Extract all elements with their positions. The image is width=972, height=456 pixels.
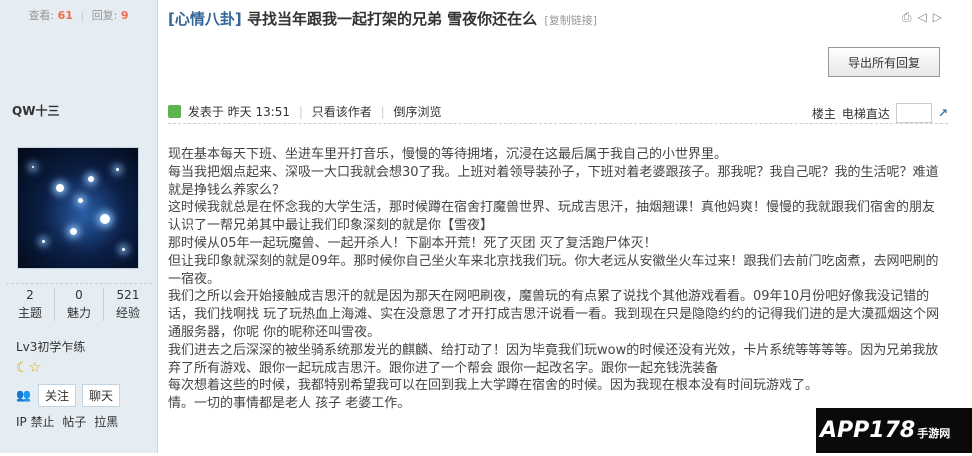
divider: |	[298, 105, 303, 119]
views-label: 查看:	[28, 9, 55, 22]
author-only-link[interactable]: 只看该作者	[312, 105, 372, 119]
follow-button[interactable]: 关注	[38, 384, 77, 407]
floor-jump-input[interactable]	[895, 103, 932, 123]
stat-value: 0	[75, 288, 83, 302]
divider: |	[380, 105, 385, 119]
post-paragraph: 每次想着这些的时候，我都特别希望我可以在回到我上大学蹲在宿舍的时候。因为我现在根…	[168, 378, 819, 394]
thread-stats: 查看: 61 | 回复: 9	[0, 0, 157, 32]
stat-label: 主题	[17, 306, 42, 320]
stat-topics[interactable]: 2 主题	[6, 288, 55, 321]
author-stats: 2 主题 0 魅力 521 经验	[6, 283, 152, 321]
chat-button[interactable]: 聊天	[82, 384, 121, 407]
post-paragraph: 但让我印象就深刻的就是09年。那时候你自己坐火车来北京找我们玩。你大老远从安徽坐…	[168, 253, 939, 287]
stat-value: 2	[26, 288, 34, 302]
jump-go-icon[interactable]: ↗	[938, 106, 948, 120]
thread-tools: ⎙ ◁ ▷	[902, 10, 942, 25]
ip-ban-link[interactable]: IP 禁止	[16, 415, 55, 429]
watermark-brand: APP178	[820, 418, 916, 443]
elevator-label: 电梯直达	[841, 106, 890, 121]
post-time: 发表于 昨天 13:51	[187, 105, 291, 119]
divider: |	[80, 9, 85, 22]
post-paragraph: 每当我把烟点起来、深吸一大口我就会想30了我。上班对着领导装孙子，下班对着老婆跟…	[168, 164, 939, 198]
add-friend-icon[interactable]: 👥	[16, 388, 32, 404]
avatar[interactable]	[17, 147, 139, 269]
moon-icon: ☾	[16, 360, 29, 376]
stat-charm: 0 魅力	[55, 288, 104, 321]
post-content: 现在基本每天下班、坐进车里开打音乐，慢慢的等待拥堵，沉浸在这最后属于我自己的小世…	[168, 146, 944, 413]
replies-label: 回复:	[91, 9, 118, 22]
posts-link[interactable]: 帖子	[62, 415, 86, 429]
user-level[interactable]: Lv3初学乍练	[16, 338, 85, 355]
stat-label: 魅力	[66, 306, 91, 320]
author-sidebar: 查看: 61 | 回复: 9 QW十三 2 主题 0 魅力 521 经验 Lv3…	[0, 0, 158, 453]
floor-label: 楼主	[811, 106, 836, 121]
stat-exp: 521 经验	[104, 288, 152, 321]
floor-controls: 楼主 电梯直达 ↗	[812, 103, 948, 123]
export-replies-button[interactable]: 导出所有回复	[828, 47, 940, 77]
post-paragraph: 这时候我就总是在怀念我的大学生活，那时候蹲在宿舍打魔兽世界、玩成吉思汗，抽烟翘课…	[168, 200, 936, 234]
star-icon: ☆	[28, 360, 42, 376]
stat-label: 经验	[115, 306, 140, 320]
next-icon[interactable]: ▷	[933, 10, 942, 25]
watermark-sub: 手游网	[917, 427, 951, 440]
stat-value: 521	[116, 288, 140, 302]
author-name[interactable]: QW十三	[12, 102, 59, 119]
author-actions: 👥 关注 聊天	[16, 384, 121, 407]
medals: ☾☆	[16, 360, 41, 376]
thread-title: [心情八卦] 寻找当年跟我一起打架的兄弟 雪夜你还在么 [复制链接]	[168, 8, 597, 29]
thread-category[interactable]: [心情八卦]	[168, 10, 242, 28]
copy-link[interactable]: [复制链接]	[544, 14, 597, 27]
blacklist-link[interactable]: 拉黑	[94, 415, 118, 429]
prev-icon[interactable]: ◁	[918, 10, 927, 25]
print-icon[interactable]: ⎙	[902, 10, 912, 25]
site-watermark: APP178 手游网	[816, 408, 972, 453]
views-count: 61	[57, 9, 73, 22]
post-paragraph: 我们进去之后深深的被坐骑系统那发光的麒麟、给打动了！因为毕竟我们玩wow的时候还…	[168, 342, 939, 376]
replies-count: 9	[120, 9, 129, 22]
post-paragraph: 那时候从05年一起玩魔兽、一起开杀人！下副本开荒！死了灭团 灭了复活跑尸体灭！	[168, 235, 657, 251]
reverse-order-link[interactable]: 倒序浏览	[393, 105, 441, 119]
moderation-links: IP 禁止 帖子 拉黑	[16, 413, 122, 430]
online-icon	[168, 105, 181, 118]
post-paragraph: 现在基本每天下班、坐进车里开打音乐，慢慢的等待拥堵，沉浸在这最后属于我自己的小世…	[168, 147, 728, 162]
post-paragraph: 我们之所以会开始接触成吉思汗的就是因为那天在网吧刷夜，魔兽玩的有点累了说找个其他…	[168, 289, 940, 340]
post-header: 发表于 昨天 13:51 | 只看该作者 | 倒序浏览 楼主 电梯直达 ↗	[168, 103, 948, 124]
thread-title-text: 寻找当年跟我一起打架的兄弟 雪夜你还在么	[246, 10, 538, 28]
